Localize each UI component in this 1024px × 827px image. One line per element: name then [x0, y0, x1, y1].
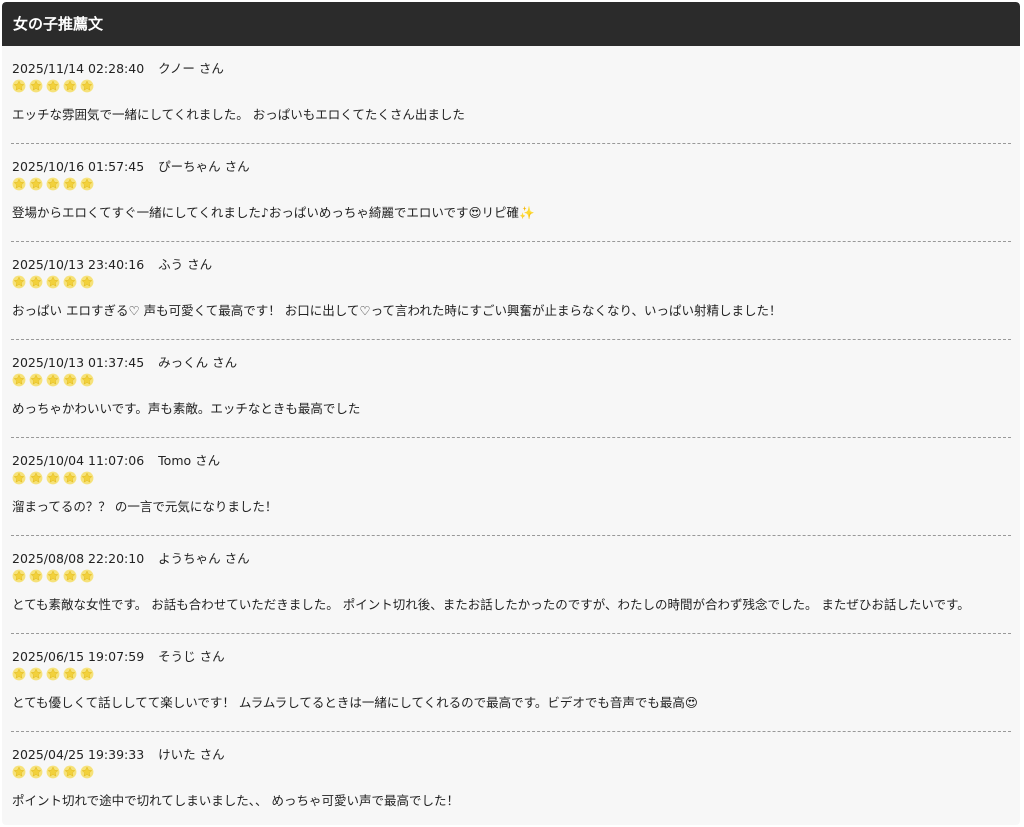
review-meta: 2025/10/16 01:57:45 ぴーちゃん さん — [12, 156, 250, 175]
review-user: クノー さん — [158, 61, 224, 76]
review-date: 2025/04/25 19:39:33 — [12, 747, 145, 762]
star-icon — [46, 471, 60, 485]
review-user: ふう さん — [158, 257, 213, 272]
star-icon — [29, 177, 43, 191]
star-rating — [12, 765, 94, 779]
panel-header: 女の子推薦文 — [2, 2, 1020, 46]
review-date: 2025/11/14 02:28:40 — [12, 61, 145, 76]
star-icon — [80, 569, 94, 583]
review-user: そうじ さん — [158, 649, 225, 664]
star-icon — [46, 569, 60, 583]
star-rating — [12, 471, 94, 485]
review-date: 2025/10/13 01:37:45 — [12, 355, 145, 370]
reviews-panel: 女の子推薦文 2025/11/14 02:28:40 クノー さん エッチな雰囲気… — [2, 2, 1020, 825]
star-rating — [12, 275, 94, 289]
review-meta: 2025/06/15 19:07:59 そうじ さん — [12, 646, 225, 665]
review-comment: めっちゃかわいいです。声も素敵。エッチなときも最高でした — [12, 401, 361, 416]
star-icon — [63, 373, 77, 387]
star-icon — [12, 667, 26, 681]
star-rating — [12, 569, 94, 583]
star-icon — [29, 569, 43, 583]
star-icon — [46, 667, 60, 681]
star-icon — [12, 471, 26, 485]
review-list[interactable]: 2025/11/14 02:28:40 クノー さん エッチな雰囲気で一緒にしてく… — [2, 46, 1020, 825]
star-icon — [63, 79, 77, 93]
star-icon — [46, 275, 60, 289]
review-date: 2025/10/16 01:57:45 — [12, 159, 145, 174]
review-meta: 2025/10/04 11:07:06 Tomo さん — [12, 450, 220, 469]
review-comment: とても優しくて話ししてて楽しいです！ ムラムラしてるときは一緒にしてくれるので最… — [12, 695, 698, 710]
star-icon — [29, 667, 43, 681]
review-item: 2025/04/25 19:39:33 けいた さん ポイント切れで途中で切れてし… — [11, 732, 1011, 825]
star-icon — [29, 373, 43, 387]
star-icon — [63, 569, 77, 583]
star-icon — [63, 275, 77, 289]
star-icon — [80, 667, 94, 681]
star-icon — [46, 765, 60, 779]
star-icon — [12, 79, 26, 93]
star-icon — [29, 765, 43, 779]
review-comment: おっぱい エロすぎる♡ 声も可愛くて最高です！ お口に出して♡って言われた時にす… — [12, 303, 782, 318]
star-icon — [46, 373, 60, 387]
review-meta: 2025/08/08 22:20:10 ようちゃん さん — [12, 548, 250, 567]
review-date: 2025/06/15 19:07:59 — [12, 649, 145, 664]
star-icon — [29, 275, 43, 289]
star-rating — [12, 177, 94, 191]
review-comment: ポイント切れで途中で切れてしまいました、、 めっちゃ可愛い声で最高でした！ — [12, 793, 459, 808]
review-comment: エッチな雰囲気で一緒にしてくれました。 おっぱいもエロくてたくさん出ました — [12, 107, 465, 122]
review-comment: とても素敵な女性です。 お話も合わせていただきました。 ポイント切れ後、またお話… — [12, 597, 970, 612]
review-meta: 2025/10/13 01:37:45 みっくん さん — [12, 352, 237, 371]
panel-title: 女の子推薦文 — [13, 15, 104, 33]
review-date: 2025/10/13 23:40:16 — [12, 257, 145, 272]
star-icon — [80, 471, 94, 485]
review-item: 2025/08/08 22:20:10 ようちゃん さん とても素敵な女性です。 … — [11, 536, 1011, 634]
review-user: みっくん さん — [158, 355, 238, 370]
star-rating — [12, 373, 94, 387]
star-rating — [12, 667, 94, 681]
review-item: 2025/10/13 23:40:16 ふう さん おっぱい エロすぎる♡ 声も可… — [11, 242, 1011, 340]
review-meta: 2025/10/13 23:40:16 ふう さん — [12, 254, 212, 273]
review-user: ぴーちゃん さん — [158, 159, 250, 174]
star-icon — [63, 177, 77, 191]
star-icon — [12, 765, 26, 779]
review-comment: 登場からエロくてすぐ一緒にしてくれました♪おっぱいめっちゃ綺麗でエロいです😍リピ… — [12, 205, 535, 220]
star-icon — [63, 765, 77, 779]
star-icon — [63, 471, 77, 485]
star-icon — [12, 177, 26, 191]
review-meta: 2025/11/14 02:28:40 クノー さん — [12, 58, 224, 77]
review-date: 2025/10/04 11:07:06 — [12, 453, 145, 468]
review-item: 2025/10/16 01:57:45 ぴーちゃん さん 登場からエロくてすぐ一緒… — [11, 144, 1011, 242]
review-item: 2025/06/15 19:07:59 そうじ さん とても優しくて話ししてて楽し… — [11, 634, 1011, 732]
star-icon — [46, 79, 60, 93]
review-item: 2025/10/13 01:37:45 みっくん さん めっちゃかわいいです。声も… — [11, 340, 1011, 438]
star-icon — [12, 275, 26, 289]
star-icon — [80, 765, 94, 779]
star-icon — [63, 667, 77, 681]
star-icon — [80, 275, 94, 289]
star-icon — [29, 79, 43, 93]
star-icon — [12, 373, 26, 387]
star-icon — [80, 373, 94, 387]
review-item: 2025/11/14 02:28:40 クノー さん エッチな雰囲気で一緒にしてく… — [11, 46, 1011, 144]
star-icon — [80, 177, 94, 191]
star-rating — [12, 79, 94, 93]
review-user: ようちゃん さん — [158, 551, 250, 566]
star-icon — [46, 177, 60, 191]
review-comment: 溜まってるの？？ の一言で元気になりました！ — [12, 499, 278, 514]
review-meta: 2025/04/25 19:39:33 けいた さん — [12, 744, 225, 763]
review-item: 2025/10/04 11:07:06 Tomo さん 溜まってるの？？ の一言で… — [11, 438, 1011, 536]
star-icon — [12, 569, 26, 583]
review-user: けいた さん — [158, 747, 225, 762]
star-icon — [80, 79, 94, 93]
star-icon — [29, 471, 43, 485]
review-user: Tomo さん — [158, 453, 221, 468]
review-date: 2025/08/08 22:20:10 — [12, 551, 145, 566]
